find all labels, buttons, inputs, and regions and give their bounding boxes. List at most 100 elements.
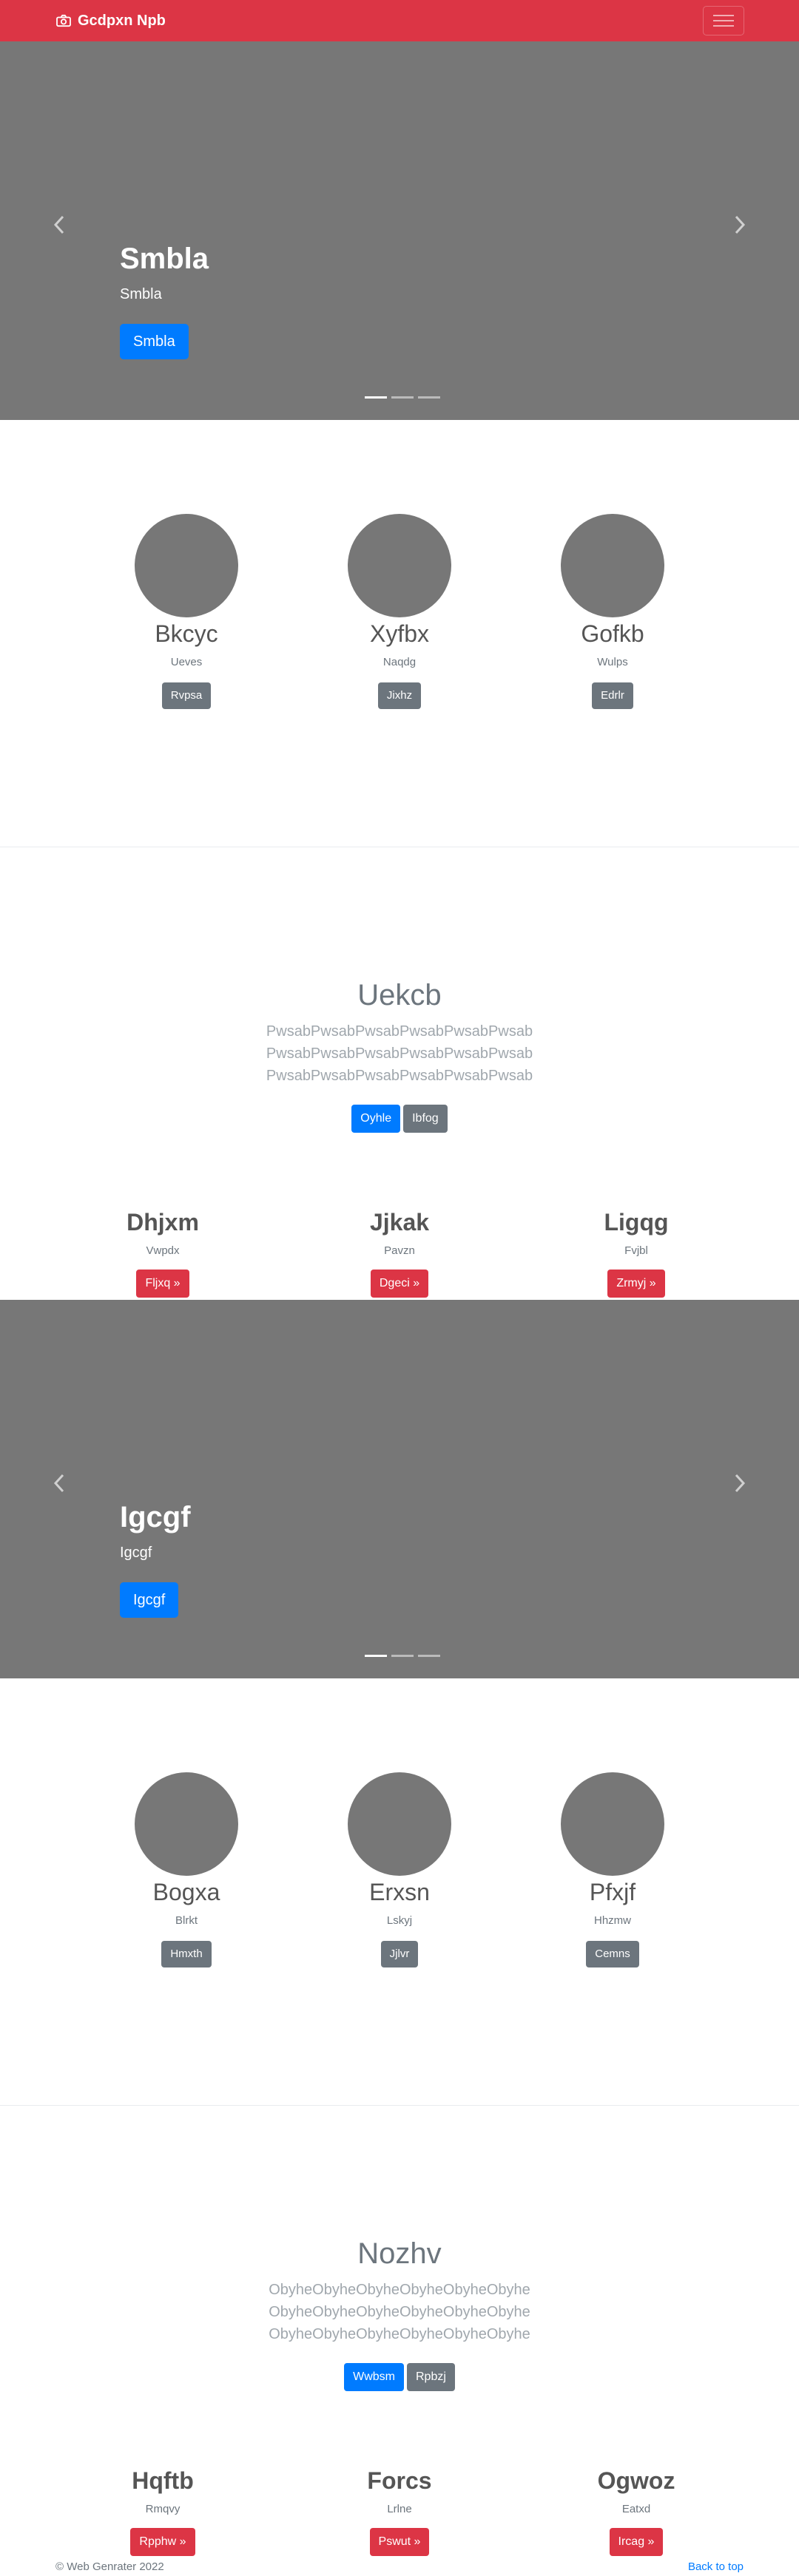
feature-subtitle: Rmqvy [145,2503,181,2515]
navbar: Gcdpxn Npb [0,0,799,41]
feature-subtitle: Fvjbl [624,1244,648,1257]
carousel-next-button[interactable] [718,1461,762,1505]
back-to-top-link[interactable]: Back to top [688,2560,744,2575]
chevron-left-icon [53,1474,64,1493]
hero-text: PwsabPwsabPwsabPwsabPwsabPwsab PwsabPwsa… [0,1020,799,1087]
member-subtitle: Hhzmw [593,1914,631,1927]
carousel-indicator[interactable] [391,396,414,399]
brand-link[interactable]: Gcdpxn Npb [55,10,166,31]
feature-title: Dhjxm [127,1209,199,1236]
feature-title: Hqftb [132,2467,194,2494]
team-member: Bkcyc Ueves Rvpsa [80,514,293,709]
feature-column: Dhjxm Vwpdx Fljxq » [44,1207,281,1298]
team-row-1: Bkcyc Ueves Rvpsa Xyfbx Naqdg Jixhz Gofk… [0,514,799,709]
carousel-caption: Smbla Smbla Smbla [120,241,209,359]
hero-section-2: Nozhv ObyheObyheObyheObyheObyheObyhe Oby… [0,2236,799,2391]
navbar-toggler-button[interactable] [703,6,744,35]
feature-button[interactable]: Rpphw » [130,2528,195,2556]
team-member: Gofkb Wulps Edrlr [506,514,719,709]
member-subtitle: Lskyj [386,1914,413,1927]
camera-icon [56,14,71,27]
feature-title: Forcs [367,2467,432,2494]
feature-column: Hqftb Rmqvy Rpphw » [44,2466,281,2556]
chevron-right-icon [735,215,746,234]
avatar-placeholder [135,514,238,617]
carousel-text: Igcgf [120,1545,152,1561]
feature-subtitle: Lrlne [387,2503,412,2515]
feature-button[interactable]: Zrmyj » [607,1270,665,1298]
hero-line: ObyheObyheObyheObyheObyheObyhe [269,2282,530,2298]
carousel-cta-button[interactable]: Smbla [120,324,189,359]
team-row-2: Bogxa Blrkt Hmxth Erxsn Lskyj Jjlvr Pfxj… [0,1772,799,1967]
hero-primary-button[interactable]: Oyhle [351,1105,401,1133]
carousel-text: Smbla [120,286,162,302]
member-button[interactable]: Jjlvr [380,1941,419,1967]
section-divider [0,2105,799,2106]
feature-button[interactable]: Ircag » [609,2528,664,2556]
feature-button[interactable]: Pswut » [369,2528,430,2556]
feature-button[interactable]: Fljxq » [136,1270,189,1298]
feature-column: Ogwoz Eatxd Ircag » [518,2466,755,2556]
feature-column: Ligqg Fvjbl Zrmyj » [518,1207,755,1298]
carousel-prev-button[interactable] [37,203,81,247]
feature-title: Jjkak [369,1209,430,1236]
feature-title: Ogwoz [597,2467,675,2494]
hero-title: Uekcb [357,979,442,1011]
member-button[interactable]: Edrlr [592,682,633,709]
hero-line: ObyheObyheObyheObyheObyheObyhe [269,2304,530,2320]
avatar-placeholder [561,1772,664,1876]
carousel-title: Smbla [120,243,209,275]
hero-line: ObyheObyheObyheObyheObyheObyhe [269,2326,530,2342]
member-button[interactable]: Hmxth [161,1941,212,1967]
member-button[interactable]: Cemns [586,1941,639,1967]
feature-subtitle: Eatxd [621,2503,651,2515]
feature-subtitle: Vwpdx [146,1244,180,1257]
avatar-placeholder [348,1772,451,1876]
feature-column: Forcs Lrlne Pswut » [281,2466,518,2556]
hero-section-1: Uekcb PwsabPwsabPwsabPwsabPwsabPwsab Pws… [0,977,799,1133]
team-member: Xyfbx Naqdg Jixhz [293,514,506,709]
hero-secondary-button[interactable]: Rpbzj [406,2363,455,2391]
carousel-title: Igcgf [120,1501,191,1533]
carousel-2: Igcgf Igcgf Igcgf [0,1300,799,1678]
member-name: Bogxa [152,1879,220,1905]
feature-row-2: Hqftb Rmqvy Rpphw » Forcs Lrlne Pswut » … [0,2466,799,2556]
hero-primary-button[interactable]: Wwbsm [344,2363,404,2391]
member-name: Erxsn [369,1879,430,1905]
hero-text: ObyheObyheObyheObyheObyheObyhe ObyheObyh… [0,2279,799,2345]
hero-title: Nozhv [357,2237,442,2270]
carousel-indicator[interactable] [365,1655,387,1657]
carousel-indicator[interactable] [418,396,440,399]
hero-line: PwsabPwsabPwsabPwsabPwsabPwsab [266,1023,533,1040]
team-member: Bogxa Blrkt Hmxth [80,1772,293,1967]
carousel-cta-button[interactable]: Igcgf [120,1582,179,1618]
team-member: Pfxjf Hhzmw Cemns [506,1772,719,1967]
feature-button[interactable]: Dgeci » [370,1270,429,1298]
hero-line: PwsabPwsabPwsabPwsabPwsabPwsab [266,1068,533,1084]
carousel-indicator[interactable] [365,396,387,399]
hero-buttons: Oyhle Ibfog [0,1105,799,1133]
member-subtitle: Blrkt [175,1914,198,1927]
carousel-indicators [363,396,442,399]
carousel-prev-button[interactable] [37,1461,81,1505]
carousel-indicators [363,1655,442,1657]
member-button[interactable]: Rvpsa [161,682,212,709]
member-button[interactable]: Jixhz [377,682,422,709]
carousel-1: Smbla Smbla Smbla [0,41,799,420]
hamburger-icon [713,15,734,27]
carousel-next-button[interactable] [718,203,762,247]
member-name: Gofkb [581,620,644,647]
hero-secondary-button[interactable]: Ibfog [403,1105,448,1133]
footer-copyright: © Web Genrater 2022 [55,2560,164,2573]
member-name: Bkcyc [155,620,218,647]
member-subtitle: Naqdg [382,656,417,668]
feature-subtitle: Pavzn [384,1244,415,1257]
carousel-indicator[interactable] [418,1655,440,1657]
carousel-indicator[interactable] [391,1655,414,1657]
brand-name: Gcdpxn Npb [78,12,166,29]
team-member: Erxsn Lskyj Jjlvr [293,1772,506,1967]
feature-title: Ligqg [604,1209,669,1236]
avatar-placeholder [561,514,664,617]
member-name: Pfxjf [589,1879,636,1905]
hero-line: PwsabPwsabPwsabPwsabPwsabPwsab [266,1045,533,1062]
